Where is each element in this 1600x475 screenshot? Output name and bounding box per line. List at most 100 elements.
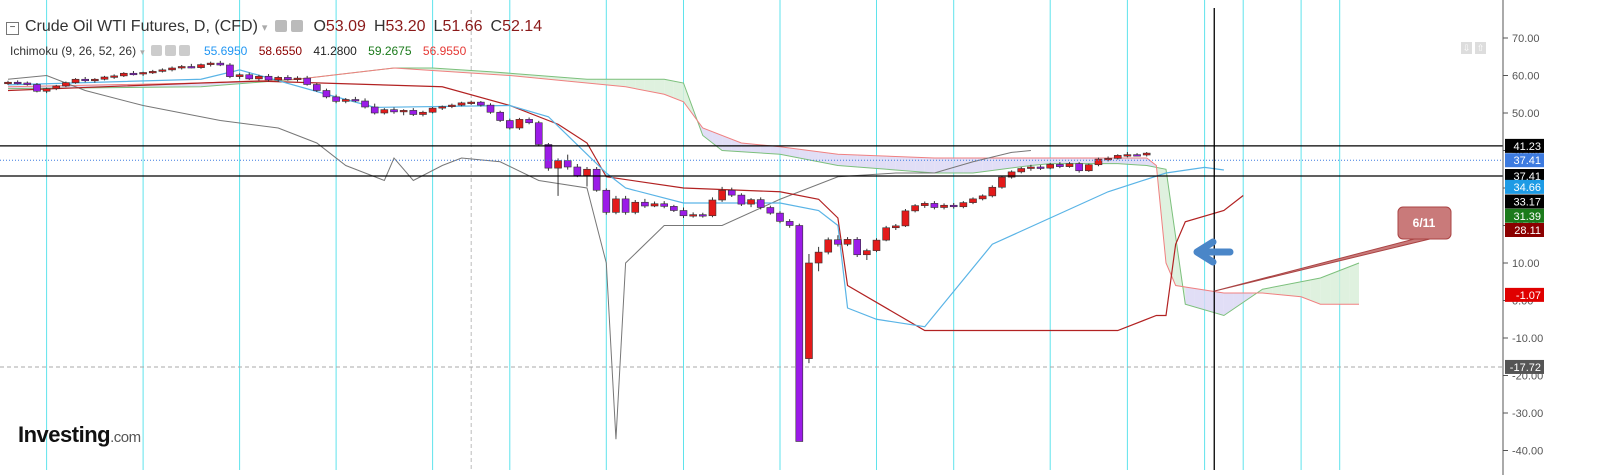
- candle-body: [679, 210, 688, 217]
- settings-icon[interactable]: [164, 45, 176, 56]
- candle-body: [785, 221, 794, 226]
- scroll-up-icon[interactable]: ⇧: [1475, 42, 1486, 54]
- chevron-down-icon[interactable]: ▾: [140, 47, 145, 57]
- ohlc-values: O53.09 H53.20 L51.66 C52.14: [313, 18, 550, 35]
- candle-body: [264, 75, 273, 81]
- indicator-value-conversion: 55.6950: [203, 44, 248, 58]
- candle-body: [23, 82, 32, 85]
- eye-icon[interactable]: [150, 45, 162, 56]
- candle-body: [824, 239, 833, 253]
- collapse-icon[interactable]: −: [6, 22, 19, 35]
- cloud-segment: [1001, 158, 1012, 170]
- candle-body: [351, 99, 360, 102]
- axis-tick-label: -40.00: [1512, 446, 1543, 458]
- candle-body: [834, 239, 842, 245]
- candle-body: [110, 75, 118, 78]
- close-icon[interactable]: [178, 45, 190, 56]
- candle-body: [534, 122, 543, 145]
- ichimoku-chart[interactable]: 6/11 70.0060.0050.0040.0030.0020.0010.00…: [0, 0, 1600, 475]
- candle-body: [1017, 168, 1026, 173]
- scroll-down-icon[interactable]: ⇩: [1461, 42, 1472, 54]
- candle-body: [303, 77, 311, 85]
- candle-body: [698, 214, 707, 217]
- candle-body: [544, 144, 553, 169]
- indicator-value-lagging: 41.2800: [313, 44, 357, 58]
- candle-body: [33, 84, 41, 92]
- candle-body: [1036, 166, 1045, 169]
- candle-body: [563, 160, 572, 168]
- chart-title: Crude Oil WTI Futures, D, (CFD): [25, 18, 258, 35]
- candle-body: [409, 110, 418, 115]
- cloud-segment: [876, 155, 887, 170]
- candle-body: [197, 64, 205, 68]
- candle-body: [477, 101, 485, 106]
- candle-body: [660, 203, 669, 207]
- candle-body: [805, 262, 813, 359]
- cloud-segment: [1291, 281, 1302, 297]
- candle-body: [901, 210, 910, 227]
- candle-body: [718, 189, 726, 201]
- ohlc-open: 53.09: [325, 18, 366, 35]
- candle-body: [949, 204, 958, 208]
- cloud-segment: [1310, 278, 1321, 305]
- candle-body: [4, 81, 12, 85]
- candle-body: [766, 207, 775, 214]
- eye-icon[interactable]: [275, 20, 288, 32]
- price-axis[interactable]: 70.0060.0050.0040.0030.0020.0010.000.00-…: [1502, 0, 1600, 475]
- price-badge-label: -1.07: [1516, 290, 1541, 302]
- candle-body: [1104, 158, 1112, 161]
- axis-tick-label: 50.00: [1512, 108, 1540, 120]
- axis-tick-label: 10.00: [1512, 258, 1540, 270]
- axis-tick-label: -10.00: [1512, 333, 1543, 345]
- candle-body: [148, 71, 157, 74]
- candle-body: [1056, 164, 1064, 167]
- candle-body: [988, 186, 997, 197]
- axis-tick-label: -30.00: [1512, 408, 1543, 420]
- candle-body: [554, 160, 562, 169]
- cloud-segment: [1069, 158, 1080, 164]
- candle-body: [332, 96, 340, 102]
- annotation-label: 6/11: [1413, 216, 1436, 230]
- candle-body: [592, 168, 601, 191]
- candle-body: [583, 168, 591, 176]
- candle-body: [187, 66, 196, 69]
- candle-body: [312, 84, 321, 91]
- axis-tick-label: 70.00: [1512, 33, 1540, 45]
- candle-body: [641, 201, 649, 207]
- candle-body: [42, 88, 51, 92]
- candle-body: [380, 109, 389, 114]
- cloud-segment: [857, 155, 867, 168]
- cloud-segment: [963, 158, 973, 173]
- candle-body: [525, 119, 533, 124]
- cloud-segment: [1194, 288, 1205, 310]
- candle-body: [747, 199, 755, 205]
- investing-logo: Investing.com: [18, 422, 141, 448]
- settings-icon[interactable]: [291, 20, 304, 32]
- price-badge-label: 28.11: [1514, 225, 1541, 237]
- price-badge-label: -17.72: [1510, 362, 1541, 374]
- candle-body: [486, 104, 495, 113]
- candle-body: [168, 67, 176, 71]
- candle-body: [177, 66, 186, 69]
- cloud-segment: [741, 143, 752, 153]
- candle-body: [120, 72, 128, 77]
- cloud-segment: [895, 156, 906, 171]
- candle-body: [1085, 164, 1093, 172]
- candle-body: [872, 239, 881, 251]
- candle-body: [940, 204, 948, 208]
- chevron-down-icon[interactable]: ▾: [262, 22, 268, 34]
- candle-body: [496, 111, 504, 121]
- candle-body: [911, 205, 919, 212]
- candle-body: [756, 199, 765, 208]
- candle-body: [62, 82, 70, 87]
- cloud-segment: [924, 157, 935, 173]
- chart-header: − Crude Oil WTI Futures, D, (CFD) ▾ O53.09 H…: [6, 18, 550, 36]
- candle-body: [370, 106, 379, 114]
- cloud-segment: [886, 156, 896, 170]
- candle-body: [882, 227, 890, 241]
- candle-body: [1046, 164, 1054, 169]
- candle-body: [814, 251, 823, 264]
- indicator-name: Ichimoku (9, 26, 52, 26): [10, 44, 137, 58]
- candle-body: [467, 101, 476, 104]
- logo-name: Investing: [18, 422, 111, 447]
